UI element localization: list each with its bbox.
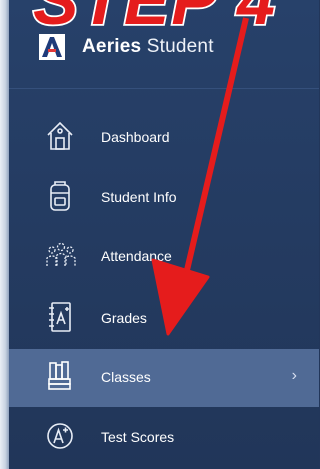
sidebar-item-grades[interactable]: Grades	[9, 290, 319, 348]
sidebar-item-student-info[interactable]: Student Info	[9, 169, 319, 227]
people-icon	[45, 238, 77, 272]
sidebar-item-label: Test Scores	[101, 429, 175, 445]
sidebar-item-label: Attendance	[101, 248, 172, 264]
sidebar-item-dashboard[interactable]: Dashboard	[9, 109, 319, 167]
sidebar-item-test-scores[interactable]: Test Scores	[9, 409, 319, 467]
app-title-regular: Student	[146, 36, 214, 57]
sidebar-item-label: Classes	[101, 369, 151, 385]
chevron-right-icon: ›	[291, 367, 297, 384]
sidebar-item-label: Dashboard	[101, 129, 170, 145]
sidebar-item-classes[interactable]: Classes ›	[9, 349, 319, 407]
notebook-grade-icon	[45, 300, 75, 334]
house-icon	[45, 119, 75, 153]
sidebar-item-label: Grades	[101, 310, 147, 326]
brand-header[interactable]: Aeries Student	[22, 22, 312, 70]
app-title: Aeries Student	[82, 36, 214, 58]
sidebar-item-attendance[interactable]: Attendance	[9, 228, 319, 286]
app-title-bold: Aeries	[82, 36, 142, 57]
books-icon	[45, 359, 75, 393]
header-divider	[9, 88, 319, 89]
aeries-logo-icon	[39, 34, 65, 60]
a-plus-icon	[45, 419, 75, 453]
page-edge	[0, 0, 9, 469]
app-window: Aeries Student Dashboard Student Info At…	[0, 0, 319, 469]
backpack-icon	[45, 179, 75, 213]
sidebar-item-label: Student Info	[101, 189, 177, 205]
